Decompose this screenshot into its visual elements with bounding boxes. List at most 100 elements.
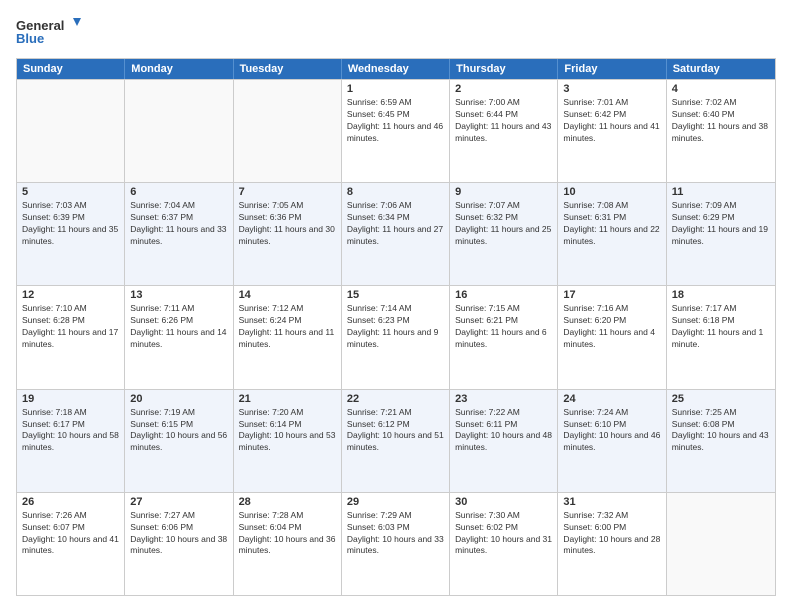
day-text-28: Sunrise: 7:28 AMSunset: 6:04 PMDaylight:… bbox=[239, 510, 336, 558]
day-number-24: 24 bbox=[563, 393, 660, 405]
day-text-26: Sunrise: 7:26 AMSunset: 6:07 PMDaylight:… bbox=[22, 510, 119, 558]
day-text-20: Sunrise: 7:19 AMSunset: 6:15 PMDaylight:… bbox=[130, 407, 227, 455]
day-text-27: Sunrise: 7:27 AMSunset: 6:06 PMDaylight:… bbox=[130, 510, 227, 558]
day-cell-10: 10 Sunrise: 7:08 AMSunset: 6:31 PMDayligh… bbox=[558, 183, 666, 285]
day-cell-3: 3 Sunrise: 7:01 AMSunset: 6:42 PMDaylight… bbox=[558, 80, 666, 182]
day-cell-1: 1 Sunrise: 6:59 AMSunset: 6:45 PMDaylight… bbox=[342, 80, 450, 182]
day-number-30: 30 bbox=[455, 496, 552, 508]
day-text-13: Sunrise: 7:11 AMSunset: 6:26 PMDaylight:… bbox=[130, 303, 227, 351]
day-number-29: 29 bbox=[347, 496, 444, 508]
day-number-5: 5 bbox=[22, 186, 119, 198]
day-number-20: 20 bbox=[130, 393, 227, 405]
day-number-12: 12 bbox=[22, 289, 119, 301]
day-number-3: 3 bbox=[563, 83, 660, 95]
day-text-30: Sunrise: 7:30 AMSunset: 6:02 PMDaylight:… bbox=[455, 510, 552, 558]
day-text-14: Sunrise: 7:12 AMSunset: 6:24 PMDaylight:… bbox=[239, 303, 336, 351]
day-text-9: Sunrise: 7:07 AMSunset: 6:32 PMDaylight:… bbox=[455, 200, 552, 248]
day-text-10: Sunrise: 7:08 AMSunset: 6:31 PMDaylight:… bbox=[563, 200, 660, 248]
empty-cell-4-6 bbox=[667, 493, 775, 595]
day-cell-28: 28 Sunrise: 7:28 AMSunset: 6:04 PMDayligh… bbox=[234, 493, 342, 595]
day-number-26: 26 bbox=[22, 496, 119, 508]
day-number-4: 4 bbox=[672, 83, 770, 95]
day-number-9: 9 bbox=[455, 186, 552, 198]
day-cell-26: 26 Sunrise: 7:26 AMSunset: 6:07 PMDayligh… bbox=[17, 493, 125, 595]
day-number-17: 17 bbox=[563, 289, 660, 301]
day-number-7: 7 bbox=[239, 186, 336, 198]
day-number-11: 11 bbox=[672, 186, 770, 198]
day-text-5: Sunrise: 7:03 AMSunset: 6:39 PMDaylight:… bbox=[22, 200, 119, 248]
day-text-17: Sunrise: 7:16 AMSunset: 6:20 PMDaylight:… bbox=[563, 303, 660, 351]
day-text-25: Sunrise: 7:25 AMSunset: 6:08 PMDaylight:… bbox=[672, 407, 770, 455]
day-text-6: Sunrise: 7:04 AMSunset: 6:37 PMDaylight:… bbox=[130, 200, 227, 248]
day-cell-23: 23 Sunrise: 7:22 AMSunset: 6:11 PMDayligh… bbox=[450, 390, 558, 492]
empty-cell-0-0 bbox=[17, 80, 125, 182]
day-text-8: Sunrise: 7:06 AMSunset: 6:34 PMDaylight:… bbox=[347, 200, 444, 248]
day-number-16: 16 bbox=[455, 289, 552, 301]
day-text-23: Sunrise: 7:22 AMSunset: 6:11 PMDaylight:… bbox=[455, 407, 552, 455]
day-cell-19: 19Sunrise: 7:18 AMSunset: 6:17 PMDayligh… bbox=[17, 390, 125, 492]
header-monday: Monday bbox=[125, 59, 233, 79]
empty-cell-0-2 bbox=[234, 80, 342, 182]
week-row-1: 1 Sunrise: 6:59 AMSunset: 6:45 PMDaylight… bbox=[17, 79, 775, 182]
day-text-31: Sunrise: 7:32 AMSunset: 6:00 PMDaylight:… bbox=[563, 510, 660, 558]
day-number-28: 28 bbox=[239, 496, 336, 508]
day-cell-20: 20 Sunrise: 7:19 AMSunset: 6:15 PMDayligh… bbox=[125, 390, 233, 492]
day-text-4: Sunrise: 7:02 AMSunset: 6:40 PMDaylight:… bbox=[672, 97, 770, 145]
day-cell-13: 13 Sunrise: 7:11 AMSunset: 6:26 PMDayligh… bbox=[125, 286, 233, 388]
svg-text:Blue: Blue bbox=[16, 31, 44, 46]
day-number-21: 21 bbox=[239, 393, 336, 405]
day-number-8: 8 bbox=[347, 186, 444, 198]
empty-cell-0-1 bbox=[125, 80, 233, 182]
day-text-2: Sunrise: 7:00 AMSunset: 6:44 PMDaylight:… bbox=[455, 97, 552, 145]
day-text-3: Sunrise: 7:01 AMSunset: 6:42 PMDaylight:… bbox=[563, 97, 660, 145]
day-text-11: Sunrise: 7:09 AMSunset: 6:29 PMDaylight:… bbox=[672, 200, 770, 248]
day-text-12: Sunrise: 7:10 AMSunset: 6:28 PMDaylight:… bbox=[22, 303, 119, 351]
day-number-1: 1 bbox=[347, 83, 444, 95]
day-number-13: 13 bbox=[130, 289, 227, 301]
day-number-10: 10 bbox=[563, 186, 660, 198]
day-number-6: 6 bbox=[130, 186, 227, 198]
day-cell-15: 15 Sunrise: 7:14 AMSunset: 6:23 PMDayligh… bbox=[342, 286, 450, 388]
day-cell-5: 5 Sunrise: 7:03 AMSunset: 6:39 PMDaylight… bbox=[17, 183, 125, 285]
day-cell-7: 7 Sunrise: 7:05 AMSunset: 6:36 PMDaylight… bbox=[234, 183, 342, 285]
day-cell-31: 31Sunrise: 7:32 AMSunset: 6:00 PMDayligh… bbox=[558, 493, 666, 595]
header-saturday: Saturday bbox=[667, 59, 775, 79]
page-header: General Blue bbox=[16, 16, 776, 48]
day-cell-9: 9 Sunrise: 7:07 AMSunset: 6:32 PMDaylight… bbox=[450, 183, 558, 285]
day-text-16: Sunrise: 7:15 AMSunset: 6:21 PMDaylight:… bbox=[455, 303, 552, 351]
day-text-22: Sunrise: 7:21 AMSunset: 6:12 PMDaylight:… bbox=[347, 407, 444, 455]
day-cell-2: 2Sunrise: 7:00 AMSunset: 6:44 PMDaylight… bbox=[450, 80, 558, 182]
header-sunday: Sunday bbox=[17, 59, 125, 79]
day-cell-12: 12 Sunrise: 7:10 AMSunset: 6:28 PMDayligh… bbox=[17, 286, 125, 388]
logo-svg: General Blue bbox=[16, 16, 86, 48]
day-text-1: Sunrise: 6:59 AMSunset: 6:45 PMDaylight:… bbox=[347, 97, 444, 145]
day-number-25: 25 bbox=[672, 393, 770, 405]
day-cell-24: 24 Sunrise: 7:24 AMSunset: 6:10 PMDayligh… bbox=[558, 390, 666, 492]
day-number-15: 15 bbox=[347, 289, 444, 301]
calendar-body: 1 Sunrise: 6:59 AMSunset: 6:45 PMDaylight… bbox=[17, 79, 775, 595]
day-text-15: Sunrise: 7:14 AMSunset: 6:23 PMDaylight:… bbox=[347, 303, 444, 351]
day-text-19: Sunrise: 7:18 AMSunset: 6:17 PMDaylight:… bbox=[22, 407, 119, 455]
day-cell-30: 30 Sunrise: 7:30 AMSunset: 6:02 PMDayligh… bbox=[450, 493, 558, 595]
day-number-22: 22 bbox=[347, 393, 444, 405]
day-number-23: 23 bbox=[455, 393, 552, 405]
day-cell-16: 16 Sunrise: 7:15 AMSunset: 6:21 PMDayligh… bbox=[450, 286, 558, 388]
week-row-3: 12 Sunrise: 7:10 AMSunset: 6:28 PMDayligh… bbox=[17, 285, 775, 388]
week-row-5: 26 Sunrise: 7:26 AMSunset: 6:07 PMDayligh… bbox=[17, 492, 775, 595]
day-cell-4: 4 Sunrise: 7:02 AMSunset: 6:40 PMDaylight… bbox=[667, 80, 775, 182]
day-number-18: 18 bbox=[672, 289, 770, 301]
day-cell-11: 11 Sunrise: 7:09 AMSunset: 6:29 PMDayligh… bbox=[667, 183, 775, 285]
day-text-7: Sunrise: 7:05 AMSunset: 6:36 PMDaylight:… bbox=[239, 200, 336, 248]
week-row-4: 19Sunrise: 7:18 AMSunset: 6:17 PMDayligh… bbox=[17, 389, 775, 492]
header-thursday: Thursday bbox=[450, 59, 558, 79]
day-cell-29: 29 Sunrise: 7:29 AMSunset: 6:03 PMDayligh… bbox=[342, 493, 450, 595]
calendar: SundayMondayTuesdayWednesdayThursdayFrid… bbox=[16, 58, 776, 596]
day-text-29: Sunrise: 7:29 AMSunset: 6:03 PMDaylight:… bbox=[347, 510, 444, 558]
day-cell-22: 22 Sunrise: 7:21 AMSunset: 6:12 PMDayligh… bbox=[342, 390, 450, 492]
day-cell-17: 17 Sunrise: 7:16 AMSunset: 6:20 PMDayligh… bbox=[558, 286, 666, 388]
day-cell-6: 6 Sunrise: 7:04 AMSunset: 6:37 PMDaylight… bbox=[125, 183, 233, 285]
day-cell-14: 14Sunrise: 7:12 AMSunset: 6:24 PMDayligh… bbox=[234, 286, 342, 388]
logo: General Blue bbox=[16, 16, 86, 48]
day-text-24: Sunrise: 7:24 AMSunset: 6:10 PMDaylight:… bbox=[563, 407, 660, 455]
day-number-27: 27 bbox=[130, 496, 227, 508]
